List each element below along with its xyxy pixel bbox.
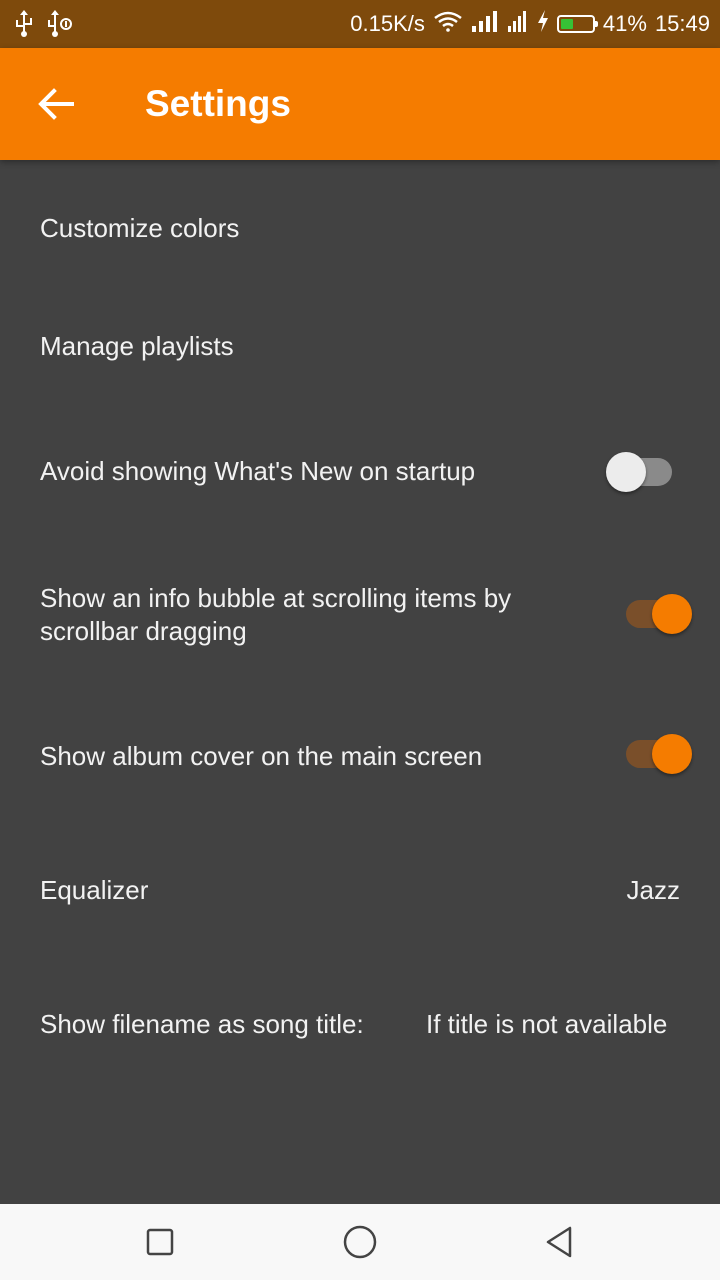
recents-button[interactable]: [140, 1222, 180, 1262]
signal-icon-2: [507, 10, 529, 38]
setting-label: Show an info bubble at scrolling items b…: [40, 583, 512, 646]
equalizer-value: Jazz: [626, 875, 680, 905]
battery-icon: [556, 15, 598, 33]
setting-manage-playlists[interactable]: Manage playlists: [0, 278, 720, 398]
avoid-whats-new-switch[interactable]: [606, 450, 676, 494]
setting-label: Manage playlists: [40, 331, 234, 361]
usb-icon: [12, 10, 36, 43]
setting-label: Show filename as song title:: [40, 1009, 364, 1039]
setting-filename-title[interactable]: Show filename as song title: If title is…: [0, 960, 720, 1090]
setting-label: Show album cover on the main screen: [40, 741, 483, 771]
back-triangle-icon: [546, 1226, 572, 1258]
back-button[interactable]: [34, 82, 78, 126]
filename-title-value: If title is not available: [426, 1009, 668, 1039]
setting-customize-colors[interactable]: Customize colors: [0, 160, 720, 278]
navigation-bar: [0, 1204, 720, 1280]
setting-avoid-whats-new[interactable]: Avoid showing What's New on startup: [0, 398, 720, 528]
network-speed: 0.15K/s: [350, 11, 425, 36]
wifi-icon: [433, 10, 463, 38]
setting-equalizer[interactable]: Equalizer Jazz: [0, 824, 720, 960]
battery-level-fill: [560, 19, 573, 29]
setting-album-cover[interactable]: Show album cover on the main screen: [0, 678, 720, 824]
usb-debug-icon: [46, 10, 72, 43]
info-bubble-switch[interactable]: [622, 592, 692, 636]
charging-icon: [537, 10, 549, 38]
setting-info-bubble[interactable]: Show an info bubble at scrolling items b…: [0, 528, 720, 678]
home-circle-icon: [343, 1225, 377, 1259]
arrow-back-icon: [38, 88, 74, 120]
app-bar: Settings: [0, 48, 720, 160]
signal-icon: [471, 10, 499, 38]
back-nav-button[interactable]: [540, 1222, 580, 1262]
setting-label: Customize colors: [40, 213, 240, 243]
album-cover-switch[interactable]: [622, 732, 692, 776]
status-bar: 0.15K/s 41% 15:49: [0, 0, 720, 48]
page-title: Settings: [145, 83, 291, 124]
setting-label: Equalizer: [40, 875, 149, 905]
setting-label: Avoid showing What's New on startup: [40, 456, 476, 486]
recents-square-icon: [146, 1228, 174, 1256]
clock: 15:49: [654, 11, 710, 36]
battery-percent: 41%: [602, 11, 647, 36]
home-button[interactable]: [340, 1222, 380, 1262]
